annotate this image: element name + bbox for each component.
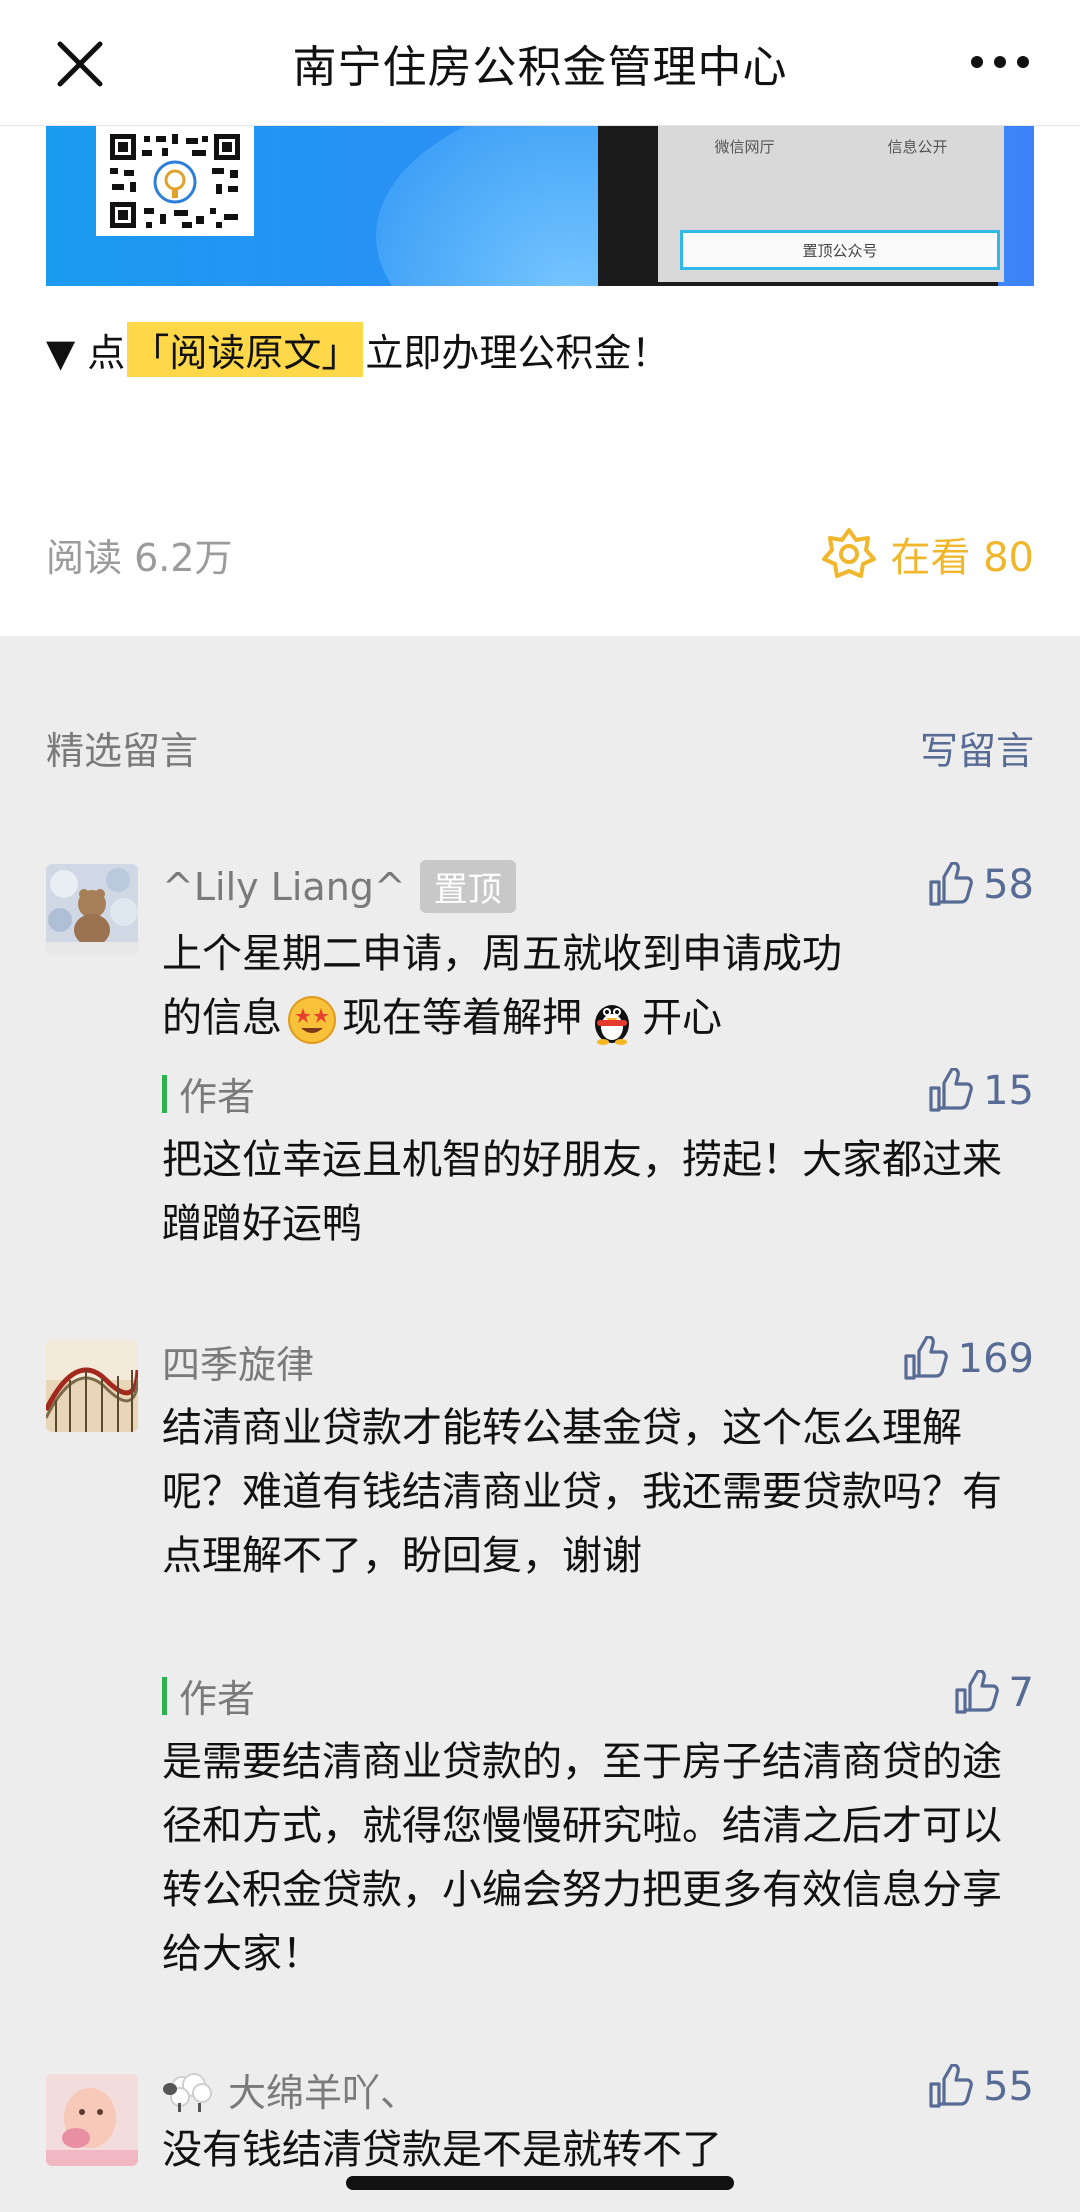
author-bar (162, 1074, 167, 1113)
looking-button[interactable]: 在看 80 (822, 525, 1034, 583)
read-count: 阅读 6.2万 (46, 535, 233, 580)
thumbs-up-icon (904, 1336, 948, 1380)
author-reply-label-text: 作者 (179, 1677, 256, 1721)
article-body: 微信网厅 信息公开 置顶公众号 ▼ 点 「阅读原文」 立即办理公积金！ 阅读 6… (0, 126, 1080, 636)
comment-text: 结清商业贷款才能转公基金贷，这个怎么理解呢？难道有钱结清商业贷，我还需要贷款吗？… (162, 1405, 1002, 1579)
comment-text: 上个星期二申请，周五就收到申请成功 的信息 现在等着解押 开心 (162, 922, 1002, 1050)
avatar[interactable] (46, 864, 138, 956)
close-icon[interactable] (52, 36, 108, 92)
comments-header: 精选留言 写留言 (46, 720, 1034, 775)
promo-banner-image: 微信网厅 信息公开 置顶公众号 (46, 126, 1034, 286)
thumbs-up-icon (929, 862, 973, 906)
thumbs-up-icon (929, 1068, 973, 1112)
phone-tab-label: 微信网厅 (714, 137, 775, 156)
commenter-name: ^Lily Liang^ 置顶 (162, 860, 516, 913)
qr-code-image (96, 126, 254, 236)
read-original-link[interactable]: 「阅读原文」 (127, 322, 364, 377)
comment-text-line: 上个星期二申请，周五就收到申请成功 (162, 931, 842, 977)
wechat-article-page: 南宁住房公积金管理中心 微信网厅 信息公开 置顶公众号 ▼ 点 「阅读原文」 立… (0, 0, 1080, 2212)
avatar[interactable] (46, 1340, 138, 1432)
author-reply-text: 是需要结清商业贷款的，至于房子结清商贷的途径和方式，就得您慢慢研究啦。结清之后才… (162, 1739, 1002, 1977)
reply-like-button[interactable]: 7 (953, 1670, 1034, 1716)
phone-tab-label: 信息公开 (887, 137, 948, 156)
article-stats: 阅读 6.2万 在看 80 (46, 524, 1034, 584)
top-nav-bar: 南宁住房公积金管理中心 (0, 0, 1080, 126)
phone-screen: 微信网厅 信息公开 置顶公众号 (658, 126, 1004, 282)
more-dots-icon[interactable] (960, 40, 1040, 84)
read-suffix-text: 立即办理公积金！ (365, 331, 670, 375)
write-comment-link[interactable]: 写留言 (920, 720, 1034, 775)
author-reply-text: 把这位幸运且机智的好朋友，捞起！大家都过来蹭蹭好运鸭 (162, 1137, 1002, 1247)
comment-text-part: 的信息 (162, 995, 282, 1041)
commenter-name: 大绵羊吖、 (162, 2062, 418, 2117)
page-title: 南宁住房公积金管理中心 (292, 41, 788, 93)
comment-like-count: 55 (983, 2064, 1034, 2110)
avatar[interactable] (46, 2074, 138, 2166)
thumbs-up-icon (954, 1670, 999, 1714)
author-reply-label-text: 作者 (179, 1075, 256, 1119)
comment-text-part: 现在等着解押 (342, 995, 582, 1041)
sheep-emoji-icon (163, 2072, 212, 2112)
read-prefix-text: ▼ 点 (46, 331, 126, 375)
thumbs-up-icon (929, 2064, 973, 2108)
home-indicator[interactable] (346, 2176, 734, 2190)
looking-star-icon (822, 528, 877, 578)
penguin-emoji-icon (595, 1005, 629, 1045)
commenter-name: 四季旋律 (162, 1343, 315, 1387)
comment-like-button[interactable]: 169 (902, 1336, 1034, 1382)
comment-text: 没有钱结清贷款是不是就转不了 (162, 2127, 722, 2173)
comment-text-line: 的信息 现在等着解押 开心 (162, 986, 1002, 1050)
read-original-line: ▼ 点 「阅读原文」 立即办理公积金！ (46, 322, 669, 377)
comment-like-button[interactable]: 58 (927, 862, 1034, 908)
phone-menu-row: 微信网厅 信息公开 (658, 126, 1004, 166)
reply-like-count: 7 (1008, 1670, 1034, 1716)
pin-account-button-image: 置顶公众号 (680, 230, 1000, 270)
commenter-name-text: 大绵羊吖、 (228, 2071, 419, 2115)
comment-like-count: 58 (983, 862, 1034, 908)
star-struck-emoji-icon (288, 996, 336, 1044)
reply-like-count: 15 (983, 1068, 1034, 1114)
reply-like-button[interactable]: 15 (927, 1068, 1034, 1114)
commenter-name-text: ^Lily Liang^ (162, 864, 406, 909)
looking-count: 在看 80 (890, 535, 1034, 581)
author-reply-label: 作者 (162, 1668, 255, 1723)
comment-like-count: 169 (957, 1336, 1034, 1382)
pinned-badge: 置顶 (419, 860, 516, 913)
comment-like-button[interactable]: 55 (927, 2064, 1034, 2110)
author-bar (162, 1676, 167, 1715)
comments-section-title: 精选留言 (46, 729, 199, 773)
author-reply-label: 作者 (162, 1066, 255, 1121)
comment-text-part: 开心 (642, 995, 722, 1041)
